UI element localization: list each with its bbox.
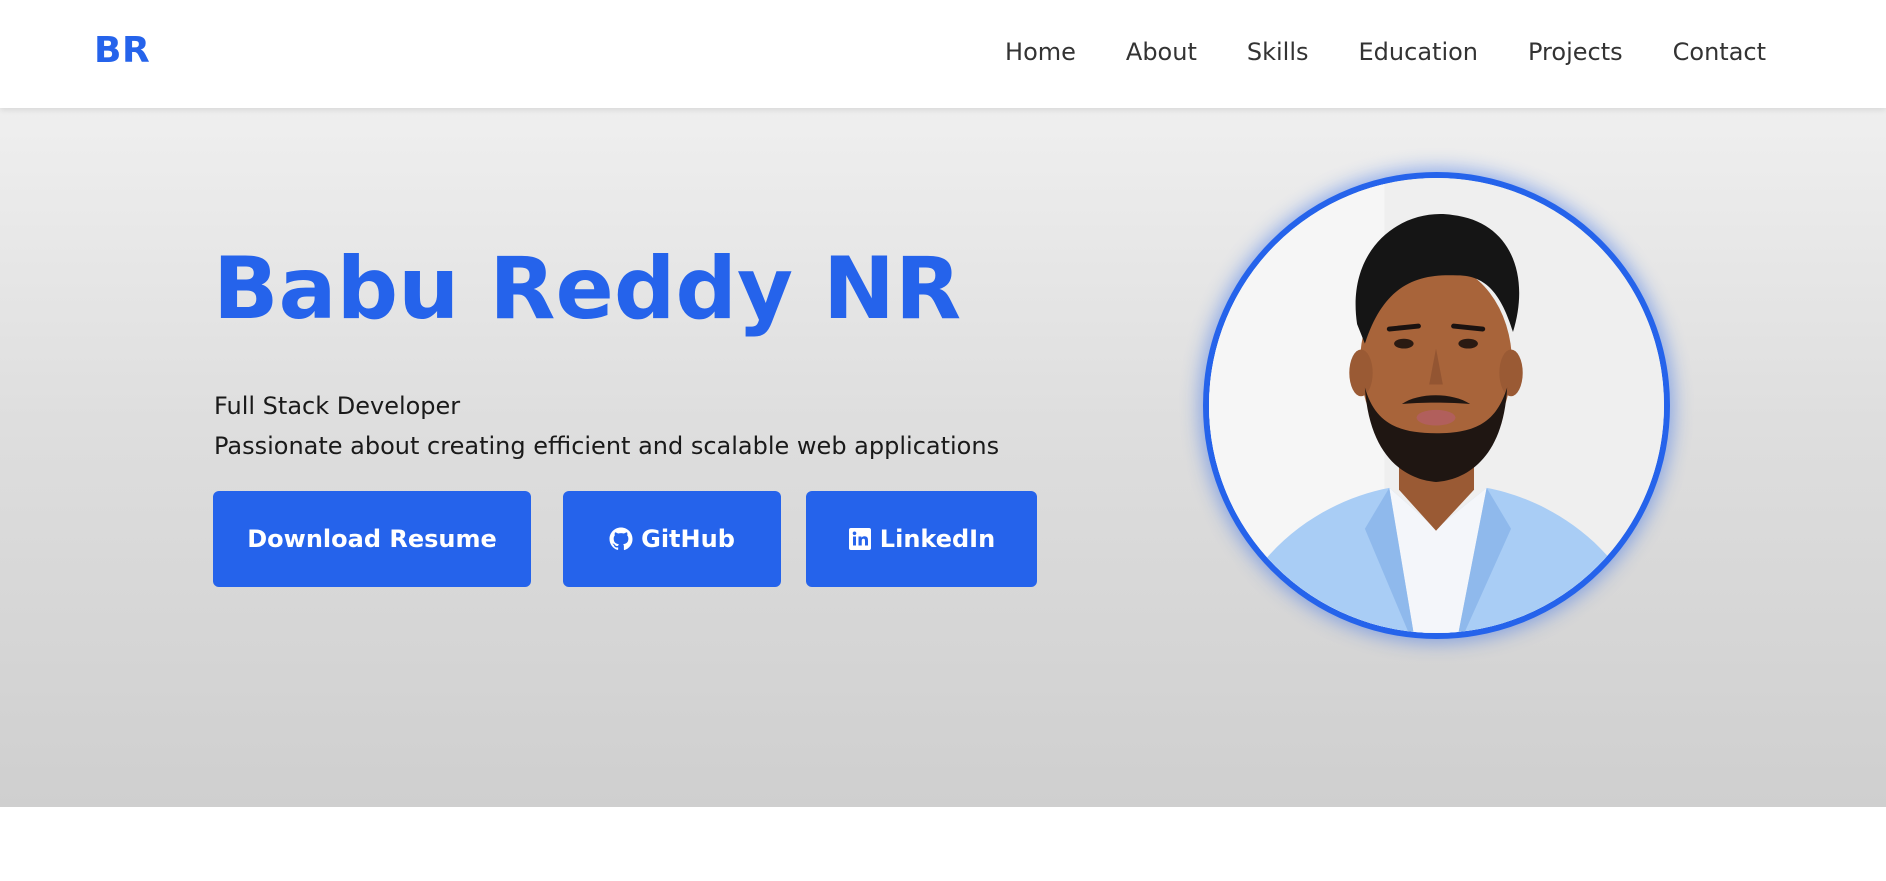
nav-link-skills[interactable]: Skills (1247, 38, 1309, 66)
nav-links: Home About Skills Education Projects Con… (1005, 38, 1766, 66)
portfolio-page: BR Home About Skills Education Projects … (0, 0, 1886, 881)
linkedin-label: LinkedIn (879, 525, 996, 553)
hero-role: Full Stack Developer (214, 392, 461, 420)
download-resume-label: Download Resume (247, 525, 497, 553)
nav-link-about[interactable]: About (1126, 38, 1197, 66)
next-section-start (0, 807, 1886, 881)
github-label: GitHub (641, 525, 735, 553)
nav-link-contact[interactable]: Contact (1673, 38, 1766, 66)
github-icon (609, 527, 633, 551)
download-resume-button[interactable]: Download Resume (213, 491, 531, 587)
profile-photo (1203, 172, 1670, 639)
profile-photo-illustration (1209, 178, 1664, 633)
github-button[interactable]: GitHub (563, 491, 781, 587)
hero-section: Babu Reddy NR Full Stack Developer Passi… (0, 108, 1886, 807)
linkedin-icon (848, 527, 872, 551)
nav-link-education[interactable]: Education (1359, 38, 1478, 66)
hero-tagline: Passionate about creating efficient and … (214, 432, 1000, 460)
nav-link-home[interactable]: Home (1005, 38, 1076, 66)
hero-name: Babu Reddy NR (213, 239, 962, 339)
nav-link-projects[interactable]: Projects (1528, 38, 1623, 66)
site-logo[interactable]: BR (94, 30, 150, 71)
linkedin-button[interactable]: LinkedIn (806, 491, 1037, 587)
top-navbar: BR Home About Skills Education Projects … (0, 0, 1886, 108)
